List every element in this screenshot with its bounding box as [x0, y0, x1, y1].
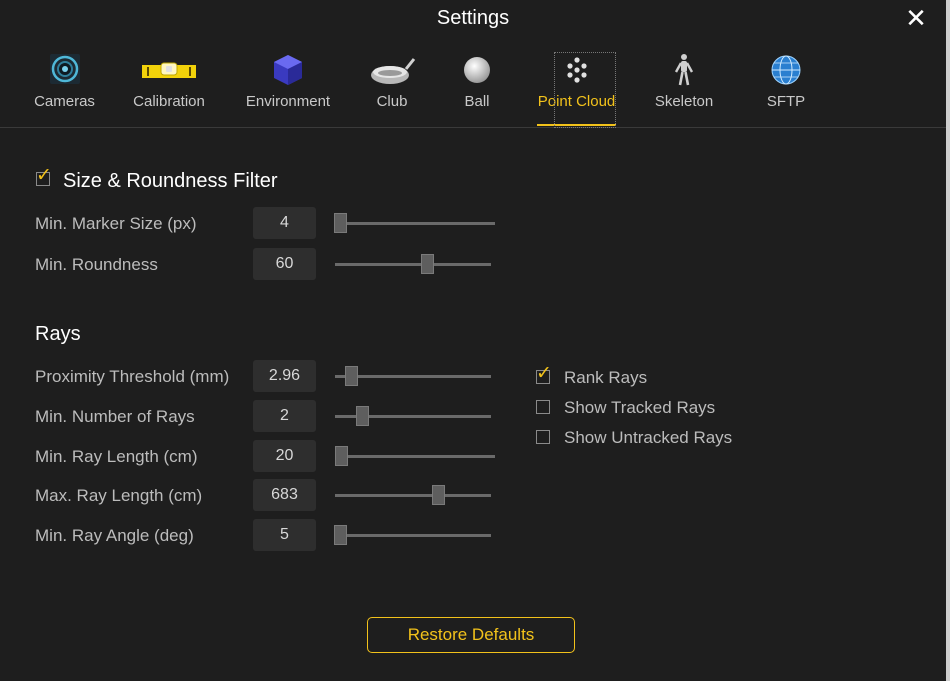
size-roundness-filter-heading: Size & Roundness Filter: [63, 170, 278, 192]
tab-point-cloud[interactable]: Point Cloud: [537, 50, 616, 128]
golf-club-icon: [371, 58, 416, 84]
slider-thumb[interactable]: [432, 485, 445, 505]
tab-environment[interactable]: Environment: [240, 50, 336, 128]
tab-ball[interactable]: Ball: [456, 50, 498, 128]
slider-thumb[interactable]: [334, 213, 347, 233]
min-ray-angle-slider[interactable]: [334, 525, 491, 545]
settings-window: Settings ✕ Cameras Calibration Environme…: [0, 0, 950, 681]
tab-bar: Cameras Calibration Environment Club Bal…: [0, 50, 946, 128]
min-roundness-slider[interactable]: [335, 254, 491, 274]
min-ray-length-label: Min. Ray Length (cm): [35, 447, 198, 466]
min-marker-size-input[interactable]: 4: [253, 207, 316, 239]
rank-rays-checkbox[interactable]: ✓: [536, 364, 552, 384]
tab-label: Environment: [245, 93, 331, 110]
tab-label: Club: [376, 93, 408, 110]
min-ray-length-slider[interactable]: [335, 446, 495, 466]
camera-lens-icon: [49, 54, 80, 84]
proximity-threshold-slider[interactable]: [335, 366, 491, 386]
tab-skeleton[interactable]: Skeleton: [651, 50, 717, 128]
show-untracked-rays-label: Show Untracked Rays: [564, 428, 733, 447]
level-icon: [142, 62, 196, 78]
slider-track: [334, 534, 491, 537]
window-title: Settings: [436, 7, 510, 29]
min-number-of-rays-label: Min. Number of Rays: [35, 407, 195, 426]
min-ray-angle-label: Min. Ray Angle (deg): [35, 526, 194, 545]
rays-heading: Rays: [35, 323, 81, 345]
tab-label: Point Cloud: [537, 93, 616, 110]
close-icon[interactable]: ✕: [905, 3, 927, 33]
slider-thumb[interactable]: [334, 525, 347, 545]
tab-label: Ball: [464, 93, 490, 110]
min-roundness-input[interactable]: 60: [253, 248, 316, 280]
min-ray-length-input[interactable]: 20: [253, 440, 316, 472]
checkmark-icon: ✓: [36, 165, 52, 186]
slider-thumb[interactable]: [356, 406, 369, 426]
tab-label: SFTP: [766, 93, 806, 110]
skeleton-icon: [674, 54, 694, 86]
tab-sftp[interactable]: SFTP: [763, 50, 809, 128]
max-ray-length-input[interactable]: 683: [253, 479, 316, 511]
window-edge: [946, 0, 950, 681]
tab-club[interactable]: Club: [366, 50, 418, 128]
min-marker-size-slider[interactable]: [334, 213, 495, 233]
tab-calibration[interactable]: Calibration: [128, 50, 210, 128]
restore-defaults-button[interactable]: Restore Defaults: [367, 617, 575, 653]
min-number-of-rays-slider[interactable]: [335, 406, 491, 426]
min-number-of-rays-input[interactable]: 2: [253, 400, 316, 432]
max-ray-length-slider[interactable]: [335, 485, 491, 505]
tab-label: Cameras: [34, 93, 95, 110]
proximity-threshold-input[interactable]: 2.96: [253, 360, 316, 392]
slider-thumb[interactable]: [421, 254, 434, 274]
slider-track: [335, 494, 491, 497]
ball-icon: [464, 57, 490, 83]
tab-label: Skeleton: [654, 93, 714, 110]
slider-thumb[interactable]: [335, 446, 348, 466]
globe-icon: [771, 55, 801, 85]
show-tracked-rays-checkbox[interactable]: [536, 400, 550, 414]
show-untracked-rays-checkbox[interactable]: [536, 430, 550, 444]
slider-track: [334, 222, 495, 225]
min-marker-size-label: Min. Marker Size (px): [35, 214, 197, 233]
slider-track: [335, 455, 495, 458]
min-ray-angle-input[interactable]: 5: [253, 519, 316, 551]
min-roundness-label: Min. Roundness: [35, 255, 158, 274]
slider-thumb[interactable]: [345, 366, 358, 386]
proximity-threshold-label: Proximity Threshold (mm): [35, 367, 230, 386]
slider-track: [335, 375, 491, 378]
slider-track: [335, 263, 491, 266]
rank-rays-label: Rank Rays: [564, 368, 648, 387]
cube-icon: [274, 55, 302, 85]
active-tab-indicator: [537, 124, 616, 126]
show-tracked-rays-label: Show Tracked Rays: [564, 398, 716, 417]
size-roundness-filter-checkbox[interactable]: ✓: [36, 166, 52, 186]
point-cloud-icon: [566, 57, 587, 83]
checkmark-icon: ✓: [536, 363, 552, 384]
tab-cameras[interactable]: Cameras: [28, 50, 101, 128]
max-ray-length-label: Max. Ray Length (cm): [35, 486, 203, 505]
tab-label: Calibration: [133, 93, 205, 110]
close-button[interactable]: ✕: [904, 3, 928, 33]
